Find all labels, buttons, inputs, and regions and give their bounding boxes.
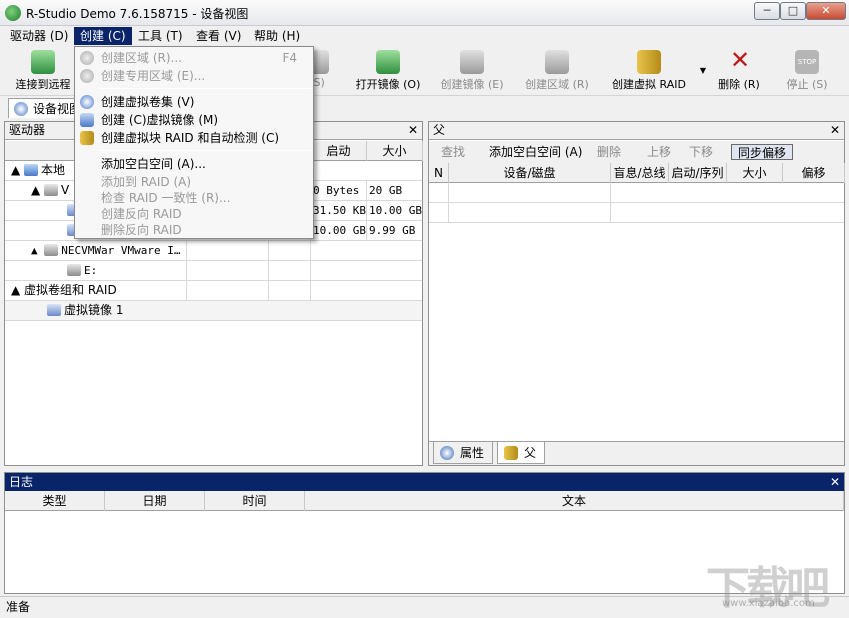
menu-bar: 驱动器 (D) 创建 (C) 工具 (T) 查看 (V) 帮助 (H)	[0, 26, 849, 46]
menu-create-block-raid-autodetect[interactable]: 创建虚拟块 RAID 和自动检测 (C)	[75, 129, 313, 147]
menu-view[interactable]: 查看 (V)	[190, 27, 247, 45]
column-start-serial[interactable]: 启动/序列	[669, 163, 727, 183]
watermark-url: www.xiazaiba.com	[722, 598, 815, 609]
menu-create-virtual-volume-set[interactable]: 创建虚拟卷集 (V)	[75, 93, 313, 111]
table-row[interactable]: ▲ NECVMWar VMware I…	[5, 241, 422, 261]
create-virtual-raid-button[interactable]: 创建虚拟 RAID	[606, 48, 692, 94]
volume-set-icon	[80, 95, 94, 109]
network-computer-icon	[31, 50, 55, 74]
parent-panel: 父 ✕ 查找 添加空白空间 (A) 删除 上移 下移 同步偏移 N 设备/磁盘 …	[428, 121, 845, 466]
menu-separator	[99, 88, 311, 89]
menu-separator	[99, 150, 311, 151]
mirror-icon	[80, 113, 94, 127]
special-region-icon	[80, 69, 94, 83]
create-region-icon	[545, 50, 569, 74]
parent-table-header: N 设备/磁盘 盲息/总线 启动/序列 大小 偏移	[429, 163, 845, 183]
column-date[interactable]: 日期	[105, 491, 205, 511]
log-panel-close-icon[interactable]: ✕	[830, 473, 840, 491]
menu-create[interactable]: 创建 (C)	[74, 27, 132, 45]
move-up-button[interactable]: 上移	[647, 144, 671, 160]
title-bar: R-Studio Demo 7.6.158715 - 设备视图 ─ □ ✕	[0, 0, 849, 26]
table-row[interactable]: ▲ 虚拟卷组和 RAID	[5, 281, 422, 301]
column-start[interactable]: 启动	[311, 141, 367, 161]
disk-icon	[44, 184, 59, 196]
stop-button[interactable]: STOP 停止 (S)	[780, 48, 834, 94]
add-blank-space-button[interactable]: 添加空白空间 (A)	[489, 144, 582, 160]
parent-delete-button[interactable]: 删除	[597, 144, 621, 160]
open-image-icon	[376, 50, 400, 74]
column-bus[interactable]: 盲息/总线	[611, 163, 669, 183]
create-image-icon	[460, 50, 484, 74]
connect-remote-button[interactable]: 连接到远程	[10, 48, 76, 94]
column-size[interactable]: 大小	[367, 141, 423, 161]
tab-parent[interactable]: 父	[497, 442, 546, 464]
drives-panel-close-icon[interactable]: ✕	[408, 122, 418, 139]
menu-delete-reverse-raid[interactable]: 删除反向 RAID	[75, 221, 313, 239]
parent-panel-close-icon[interactable]: ✕	[830, 122, 840, 139]
menu-help[interactable]: 帮助 (H)	[248, 27, 306, 45]
parent-toolbar: 查找 添加空白空间 (A) 删除 上移 下移 同步偏移	[429, 141, 844, 163]
table-row[interactable]	[429, 183, 844, 203]
column-n[interactable]: N	[429, 163, 449, 183]
column-time[interactable]: 时间	[205, 491, 305, 511]
sync-offset-button[interactable]: 同步偏移	[731, 144, 794, 160]
log-table-header: 类型 日期 时间 文本	[5, 491, 844, 511]
column-type[interactable]: 类型	[5, 491, 105, 511]
minimize-button[interactable]: ─	[754, 2, 780, 20]
find-button[interactable]: 查找	[441, 144, 465, 160]
menu-create-virtual-mirror[interactable]: 创建 (C)虚拟镜像 (M)	[75, 111, 313, 129]
maximize-button[interactable]: □	[780, 2, 806, 20]
table-row[interactable]	[429, 203, 844, 223]
close-button[interactable]: ✕	[806, 2, 846, 20]
column-text[interactable]: 文本	[305, 491, 844, 511]
cdrom-icon	[44, 244, 59, 256]
create-region-button[interactable]: 创建区域 (R)	[518, 48, 596, 94]
menu-drives[interactable]: 驱动器 (D)	[4, 27, 74, 45]
virtual-image-icon	[47, 304, 61, 316]
parent-raid-icon	[504, 446, 518, 460]
move-down-button[interactable]: 下移	[689, 144, 713, 160]
column-device-disk[interactable]: 设备/磁盘	[449, 163, 611, 183]
menu-create-special-region[interactable]: 创建专用区域 (E)...	[75, 67, 313, 85]
region-icon	[80, 51, 94, 65]
create-image-button[interactable]: 创建镜像 (E)	[434, 48, 510, 94]
app-icon	[5, 5, 21, 21]
delete-icon	[727, 46, 751, 74]
block-raid-icon	[80, 131, 94, 145]
menu-add-blank-space[interactable]: 添加空白空间 (A)...	[75, 155, 313, 173]
column-offset[interactable]: 偏移	[783, 163, 845, 183]
window-title: R-Studio Demo 7.6.158715 - 设备视图	[26, 7, 249, 21]
menu-create-region[interactable]: 创建区域 (R)... F4	[75, 49, 313, 67]
delete-button[interactable]: 删除 (R)	[714, 46, 764, 94]
column-size[interactable]: 大小	[727, 163, 783, 183]
create-menu-dropdown: 创建区域 (R)... F4 创建专用区域 (E)... 创建虚拟卷集 (V) …	[74, 46, 314, 239]
raid-dropdown-arrow[interactable]: ▼	[697, 66, 709, 76]
menu-tools[interactable]: 工具 (T)	[132, 27, 189, 45]
stop-icon: STOP	[795, 50, 819, 74]
open-image-button[interactable]: 打开镜像 (O)	[350, 48, 426, 94]
device-view-icon	[14, 102, 28, 116]
log-panel-header: 日志 ✕	[5, 473, 844, 491]
tab-properties[interactable]: 属性	[433, 442, 494, 464]
computer-icon	[24, 164, 39, 176]
raid-icon	[637, 50, 661, 74]
properties-icon	[440, 446, 454, 460]
table-row[interactable]: 虚拟镜像 1	[5, 301, 422, 321]
parent-bottom-tabs: 属性 父	[429, 441, 844, 465]
table-row[interactable]: E:	[5, 261, 422, 281]
parent-panel-header: 父 ✕	[429, 122, 844, 140]
drive-icon	[67, 264, 81, 276]
